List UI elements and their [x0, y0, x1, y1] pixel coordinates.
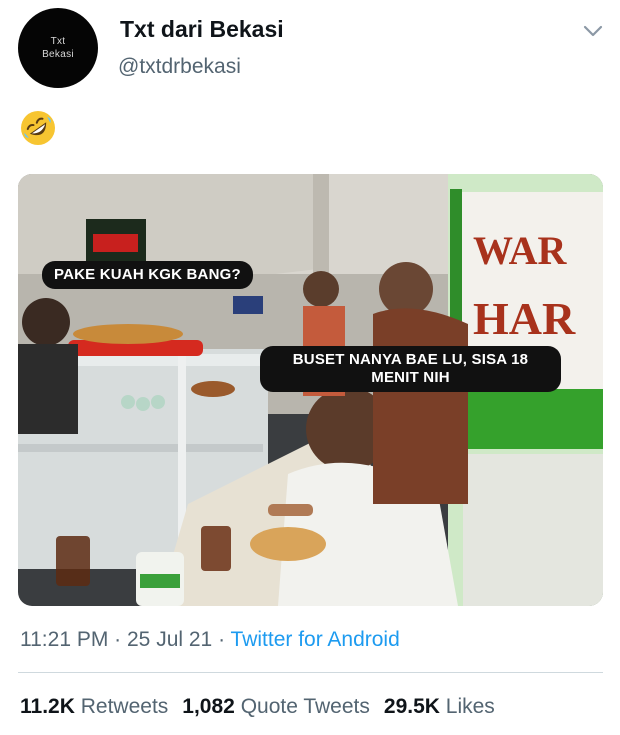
- avatar-text-line2: Bekasi: [42, 49, 74, 60]
- retweets-label: Retweets: [80, 695, 169, 718]
- author-name[interactable]: Txt dari Bekasi: [120, 16, 284, 43]
- separator-dot: ·: [108, 628, 127, 651]
- retweets-count: 11.2K: [20, 695, 75, 718]
- caption-question: PAKE KUAH KGK BANG?: [42, 261, 253, 289]
- engagement-stats: 11.2K Retweets 1,082 Quote Tweets 29.5K Li…: [20, 695, 495, 719]
- quote-tweets-label: Quote Tweets: [240, 695, 370, 718]
- likes-stat[interactable]: 29.5K Likes: [384, 695, 495, 718]
- tweet-photo[interactable]: WAR HAR PAKE KUAH KGK BANG? BUSET NANYA …: [18, 174, 603, 606]
- separator-dot: ·: [212, 628, 231, 651]
- svg-text:WAR: WAR: [473, 228, 567, 273]
- avatar[interactable]: Txt Bekasi: [18, 8, 98, 88]
- chevron-down-icon[interactable]: [583, 24, 603, 38]
- tweet-date[interactable]: 25 Jul 21: [127, 628, 212, 651]
- author-handle[interactable]: @txtdrbekasi: [118, 55, 241, 79]
- svg-text:HAR: HAR: [473, 293, 576, 344]
- tweet-metadata: 11:21 PM · 25 Jul 21 · Twitter for Andro…: [20, 628, 400, 652]
- tweet-source-link[interactable]: Twitter for Android: [231, 628, 400, 651]
- retweets-stat[interactable]: 11.2K Retweets: [20, 695, 168, 718]
- caption-answer: BUSET NANYA BAE LU, SISA 18 MENIT NIH: [260, 346, 561, 392]
- rolling-on-the-floor-laughing-emoji-icon: [21, 111, 55, 145]
- avatar-text-line1: Txt: [50, 36, 66, 47]
- tweet-time[interactable]: 11:21 PM: [20, 628, 108, 651]
- quote-tweets-count: 1,082: [182, 695, 235, 718]
- quote-tweets-stat[interactable]: 1,082 Quote Tweets: [182, 695, 370, 718]
- divider: [18, 672, 603, 673]
- likes-count: 29.5K: [383, 695, 440, 718]
- likes-label: Likes: [445, 695, 495, 718]
